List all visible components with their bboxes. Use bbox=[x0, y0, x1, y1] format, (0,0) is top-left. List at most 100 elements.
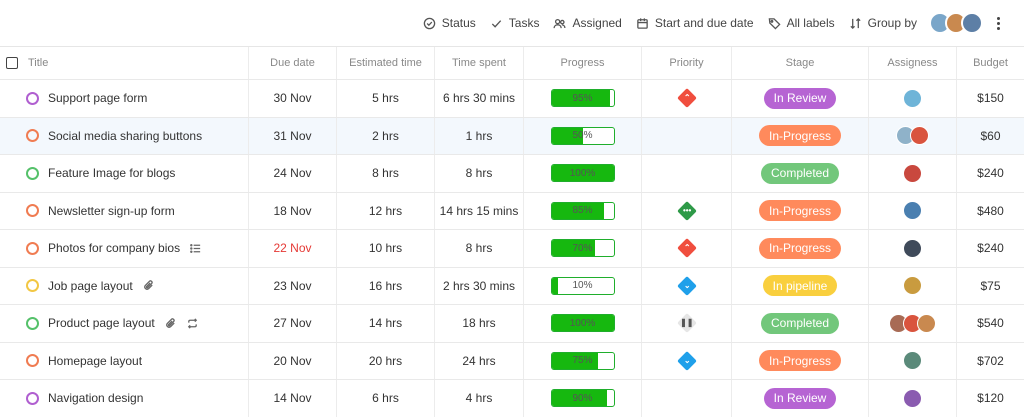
avatar[interactable] bbox=[903, 388, 922, 408]
progress-cell[interactable]: 90% bbox=[524, 380, 642, 417]
table-row[interactable]: Newsletter sign-up form 18 Nov 12 hrs 14 hr… bbox=[0, 192, 1024, 230]
budget[interactable]: $120 bbox=[957, 380, 1024, 417]
avatar[interactable] bbox=[961, 12, 983, 34]
assignees-cell[interactable] bbox=[869, 192, 957, 229]
assignees-cell[interactable] bbox=[869, 80, 957, 117]
avatar[interactable] bbox=[903, 351, 922, 371]
estimated-time[interactable]: 8 hrs bbox=[337, 155, 435, 192]
time-spent[interactable]: 24 hrs bbox=[435, 342, 524, 379]
due-date[interactable]: 20 Nov bbox=[249, 342, 337, 379]
status-circle-icon[interactable] bbox=[26, 241, 39, 255]
time-spent[interactable]: 8 hrs bbox=[435, 155, 524, 192]
task-title-cell[interactable]: Navigation design bbox=[0, 380, 249, 417]
status-filter[interactable]: Status bbox=[423, 16, 476, 30]
due-date[interactable]: 30 Nov bbox=[249, 80, 337, 117]
priority-cell[interactable]: ⌃ bbox=[642, 80, 732, 117]
header-assignees[interactable]: Assigness bbox=[869, 47, 957, 79]
task-title[interactable]: Feature Image for blogs bbox=[48, 166, 175, 180]
avatar[interactable] bbox=[903, 276, 922, 296]
due-date[interactable]: 18 Nov bbox=[249, 192, 337, 229]
table-row[interactable]: Product page layout 27 Nov 14 hrs 18 hrs 100… bbox=[0, 305, 1024, 343]
assignees-cell[interactable] bbox=[869, 230, 957, 267]
progress-cell[interactable]: 85% bbox=[524, 192, 642, 229]
labels-filter[interactable]: All labels bbox=[768, 16, 835, 30]
task-title-cell[interactable]: Social media sharing buttons bbox=[0, 117, 249, 154]
select-all-checkbox[interactable] bbox=[6, 57, 18, 69]
progress-cell[interactable]: 70% bbox=[524, 230, 642, 267]
task-title-cell[interactable]: Feature Image for blogs bbox=[0, 155, 249, 192]
stage-badge[interactable]: Completed bbox=[760, 162, 840, 184]
avatar[interactable] bbox=[903, 88, 922, 108]
assignees-cell[interactable] bbox=[869, 305, 957, 342]
stage-badge[interactable]: In-Progress bbox=[758, 125, 842, 147]
time-spent[interactable]: 18 hrs bbox=[435, 305, 524, 342]
priority-icon[interactable]: ⌄ bbox=[676, 275, 697, 296]
stage-badge[interactable]: In Review bbox=[763, 387, 837, 409]
stage-cell[interactable]: In-Progress bbox=[732, 230, 869, 267]
due-date[interactable]: 22 Nov bbox=[249, 230, 337, 267]
stage-badge[interactable]: In pipeline bbox=[762, 275, 838, 297]
header-title[interactable]: Title bbox=[0, 47, 249, 79]
priority-cell[interactable]: ❚❚ bbox=[642, 305, 732, 342]
stage-badge[interactable]: In-Progress bbox=[758, 350, 842, 372]
task-title[interactable]: Navigation design bbox=[48, 391, 143, 405]
budget[interactable]: $702 bbox=[957, 343, 1024, 380]
status-circle-icon[interactable] bbox=[26, 391, 39, 405]
table-row[interactable]: Homepage layout 20 Nov 20 hrs 24 hrs 75% ⌄ In-… bbox=[0, 342, 1024, 380]
date-filter[interactable]: Start and due date bbox=[636, 16, 754, 30]
header-stage[interactable]: Stage bbox=[732, 47, 869, 79]
stage-cell[interactable]: In-Progress bbox=[732, 192, 869, 229]
task-title[interactable]: Photos for company bios bbox=[48, 241, 180, 255]
budget[interactable]: $150 bbox=[957, 80, 1024, 117]
priority-icon[interactable]: ⌃ bbox=[676, 238, 697, 259]
estimated-time[interactable]: 10 hrs bbox=[337, 230, 435, 267]
stage-cell[interactable]: In-Progress bbox=[732, 342, 869, 379]
avatar[interactable] bbox=[903, 238, 922, 258]
assignees-cell[interactable] bbox=[869, 117, 957, 154]
group-by-control[interactable]: Group by bbox=[849, 16, 917, 30]
table-row[interactable]: Photos for company bios 22 Nov 10 hrs 8 hrs… bbox=[0, 230, 1024, 268]
stage-badge[interactable]: Completed bbox=[760, 312, 840, 334]
status-circle-icon[interactable] bbox=[26, 91, 39, 105]
tasks-filter[interactable]: Tasks bbox=[490, 16, 539, 30]
stage-cell[interactable]: In Review bbox=[732, 80, 869, 117]
progress-cell[interactable]: 10% bbox=[524, 267, 642, 304]
header-budget[interactable]: Budget bbox=[957, 47, 1024, 79]
due-date[interactable]: 24 Nov bbox=[249, 155, 337, 192]
due-date[interactable]: 23 Nov bbox=[249, 267, 337, 304]
priority-cell[interactable] bbox=[642, 380, 732, 417]
budget[interactable]: $540 bbox=[957, 305, 1024, 342]
table-row[interactable]: Job page layout 23 Nov 16 hrs 2 hrs 30 mins… bbox=[0, 267, 1024, 305]
assignees-cell[interactable] bbox=[869, 342, 957, 379]
due-date[interactable]: 31 Nov bbox=[249, 117, 337, 154]
task-title[interactable]: Social media sharing buttons bbox=[48, 129, 202, 143]
status-circle-icon[interactable] bbox=[26, 166, 39, 180]
avatar[interactable] bbox=[903, 201, 922, 221]
status-circle-icon[interactable] bbox=[26, 204, 39, 218]
budget[interactable]: $240 bbox=[957, 155, 1024, 192]
avatar[interactable] bbox=[910, 126, 929, 146]
estimated-time[interactable]: 14 hrs bbox=[337, 305, 435, 342]
estimated-time[interactable]: 16 hrs bbox=[337, 267, 435, 304]
task-title-cell[interactable]: Product page layout bbox=[0, 305, 249, 342]
priority-icon[interactable]: ❚❚ bbox=[676, 313, 697, 334]
time-spent[interactable]: 14 hrs 15 mins bbox=[435, 192, 524, 229]
progress-cell[interactable]: 100% bbox=[524, 305, 642, 342]
priority-icon[interactable]: ⌄ bbox=[676, 350, 697, 371]
estimated-time[interactable]: 2 hrs bbox=[337, 117, 435, 154]
time-spent[interactable]: 8 hrs bbox=[435, 230, 524, 267]
more-options-icon[interactable] bbox=[993, 15, 1004, 32]
due-date[interactable]: 27 Nov bbox=[249, 305, 337, 342]
header-due[interactable]: Due date bbox=[249, 47, 337, 79]
assigned-filter[interactable]: Assigned bbox=[553, 16, 622, 30]
table-row[interactable]: Social media sharing buttons 31 Nov 2 hrs 1… bbox=[0, 117, 1024, 155]
time-spent[interactable]: 4 hrs bbox=[435, 380, 524, 417]
header-priority[interactable]: Priority bbox=[642, 47, 732, 79]
priority-cell[interactable] bbox=[642, 155, 732, 192]
stage-cell[interactable]: Completed bbox=[732, 305, 869, 342]
table-row[interactable]: Navigation design 14 Nov 6 hrs 4 hrs 90% In R… bbox=[0, 380, 1024, 417]
priority-icon[interactable]: ••• bbox=[676, 200, 697, 221]
header-spent[interactable]: Time spent bbox=[435, 47, 524, 79]
estimated-time[interactable]: 6 hrs bbox=[337, 380, 435, 417]
task-title-cell[interactable]: Homepage layout bbox=[0, 342, 249, 379]
